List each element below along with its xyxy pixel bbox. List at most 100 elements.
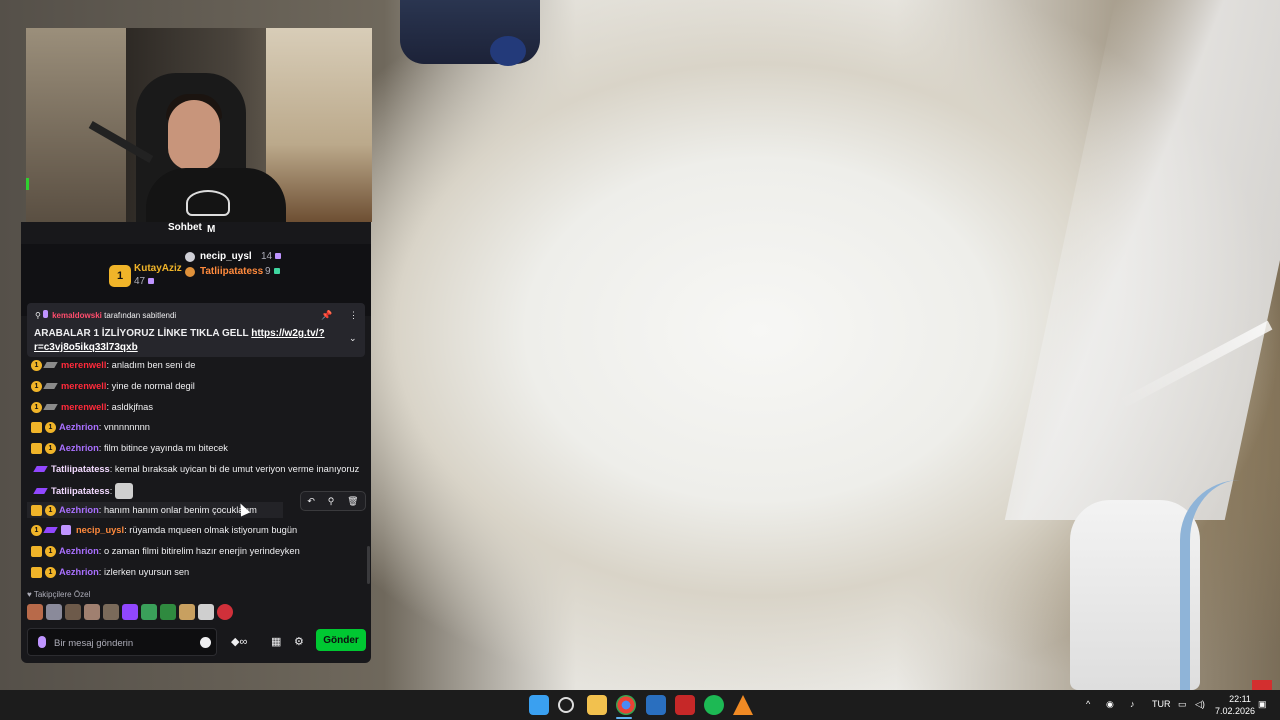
send-button[interactable]: Gönder xyxy=(316,629,366,651)
chat-message[interactable]: 1 merenwell : yine de normal degil xyxy=(31,378,195,394)
chat-username[interactable]: necip_uysl xyxy=(76,525,124,535)
windows-start-icon[interactable] xyxy=(529,695,549,715)
badge-icon: 1 xyxy=(45,566,56,578)
crown-badge-icon xyxy=(31,504,42,516)
clock-time[interactable]: 22:11 xyxy=(1220,694,1260,704)
more-options-icon[interactable]: ⋮ xyxy=(349,310,358,321)
mic-tray-icon[interactable]: ♪ xyxy=(1130,699,1135,709)
chat-panel: Sohbet M 1 KutayAziz 47 necip_uysl 14 Ta… xyxy=(21,222,371,663)
pinned-by-user[interactable]: kemaldowski xyxy=(52,311,102,320)
store-icon[interactable]: ▦ xyxy=(271,635,281,648)
chat-text: : hanım hanım onlar benim çocuklarım xyxy=(98,505,257,515)
leaderboard-second-name[interactable]: necip_uysl xyxy=(200,251,252,262)
leaderboard-first-name[interactable]: KutayAziz xyxy=(134,263,182,274)
file-explorer-icon[interactable] xyxy=(587,695,607,715)
emote-icon[interactable] xyxy=(179,604,195,620)
chat-message[interactable]: 1 Aezhrion : o zaman filmi bitirelim haz… xyxy=(31,543,300,559)
followers-only-label: ♥ Takipçilere Özel xyxy=(27,590,90,599)
app-icon[interactable] xyxy=(675,695,695,715)
trash-icon[interactable]: 🗑 xyxy=(347,496,358,507)
chat-username[interactable]: merenwell xyxy=(61,360,106,370)
gear-icon[interactable]: ⚙ xyxy=(294,635,304,648)
chat-username[interactable]: Aezhrion xyxy=(59,443,99,453)
badge-icon xyxy=(43,404,58,410)
chat-username[interactable]: Aezhrion xyxy=(59,546,99,556)
language-indicator[interactable]: TUR xyxy=(1152,699,1171,709)
pin-toggle-icon[interactable]: 📌 xyxy=(321,310,332,321)
mic-badge-icon xyxy=(43,310,49,318)
chat-message[interactable]: 1 necip_uysl : rüyamda mqueen olmak isti… xyxy=(31,522,297,538)
screen: Sohbet M 1 KutayAziz 47 necip_uysl 14 Ta… xyxy=(0,0,1280,720)
chrome-icon[interactable] xyxy=(616,695,636,715)
network-icon[interactable]: ▭ xyxy=(1178,699,1187,710)
webcam-person xyxy=(186,190,230,216)
gift-icon xyxy=(275,253,282,260)
emote-icon[interactable] xyxy=(217,604,233,620)
pin-icon[interactable]: ⚲ xyxy=(328,496,335,507)
vlc-icon[interactable] xyxy=(733,695,753,715)
chat-text: : o zaman filmi bitirelim hazır enerjin … xyxy=(98,546,300,556)
chat-message[interactable]: 1 Aezhrion : izlerken uyursun sen xyxy=(31,564,189,580)
emote-icon[interactable] xyxy=(65,604,81,620)
chat-message[interactable]: 1 merenwell : asldkjfnas xyxy=(31,399,153,415)
rank-badge-bronze xyxy=(185,267,195,277)
bits-icon[interactable]: ◆∞ xyxy=(231,635,247,648)
badge-icon xyxy=(33,488,48,494)
chat-title: Sohbet xyxy=(168,222,202,233)
chat-text: : film bitince yayında mı bitecek xyxy=(98,443,228,453)
pin-icon: ⚲ xyxy=(35,311,41,320)
chat-message[interactable]: 1 merenwell : anladım ben seni de xyxy=(31,357,195,373)
chat-username[interactable]: Aezhrion xyxy=(59,567,99,577)
chat-username[interactable]: Tatliipatatess xyxy=(51,464,110,474)
chat-username[interactable]: merenwell xyxy=(61,381,106,391)
cat-emote-icon[interactable] xyxy=(115,483,134,499)
chat-username[interactable]: Tatliipatatess xyxy=(51,486,110,496)
clock-date[interactable]: 7.02.2026 xyxy=(1210,706,1260,716)
webcam-background xyxy=(26,28,126,222)
chat-username[interactable]: Aezhrion xyxy=(59,505,99,515)
crown-badge-icon xyxy=(31,545,42,557)
pinned-message-text: ARABALAR 1 İZLİYORUZ LİNKE TIKLA GELL xyxy=(34,328,249,339)
chat-text: : yine de normal degil xyxy=(106,381,195,391)
leaderboard-third-name[interactable]: Tatliipatatess xyxy=(200,266,263,277)
chat-username[interactable]: merenwell xyxy=(61,402,106,412)
spotify-icon[interactable] xyxy=(704,695,724,715)
discord-icon[interactable]: ◉ xyxy=(1106,699,1114,710)
chat-input[interactable] xyxy=(54,635,194,651)
video-hose xyxy=(1180,480,1280,690)
emote-icon[interactable] xyxy=(160,604,176,620)
webcam-indicator xyxy=(26,178,29,190)
emote-icon[interactable] xyxy=(198,604,214,620)
emote-icon[interactable] xyxy=(46,604,62,620)
photos-icon[interactable] xyxy=(646,695,666,715)
reply-icon[interactable]: ↶ xyxy=(307,496,315,507)
badge-icon: 1 xyxy=(45,442,56,454)
pinned-header: ⚲ kemaldowski tarafından sabitlendi xyxy=(35,310,176,320)
mic-icon[interactable] xyxy=(38,636,46,648)
emote-icon[interactable] xyxy=(122,604,138,620)
chat-text: : vnnnnnnnn xyxy=(98,422,150,432)
chevron-down-icon[interactable]: ⌄ xyxy=(349,333,357,344)
notification-icon[interactable]: ▣ xyxy=(1258,699,1267,710)
emote-icon[interactable] xyxy=(141,604,157,620)
chat-text: : xyxy=(109,486,113,496)
emote-icon[interactable] xyxy=(84,604,100,620)
chat-username[interactable]: Aezhrion xyxy=(59,422,99,432)
chat-text: : rüyamda mqueen olmak istiyorum bugün xyxy=(124,525,298,535)
chat-message[interactable]: 1 Aezhrion : film bitince yayında mı bit… xyxy=(31,440,228,456)
chat-message[interactable]: Tatliipatatess : xyxy=(31,481,134,501)
emote-icon[interactable] xyxy=(27,604,43,620)
badge-icon: 1 xyxy=(45,545,56,557)
chat-message[interactable]: Tatliipatatess : kemal bıraksak uyican b… xyxy=(31,461,359,477)
chat-scrollbar[interactable] xyxy=(367,546,370,584)
chat-input-box xyxy=(27,628,217,656)
search-icon[interactable] xyxy=(558,697,574,713)
chevron-up-icon[interactable]: ^ xyxy=(1086,699,1090,709)
emote-icon[interactable] xyxy=(103,604,119,620)
badge-icon: 1 xyxy=(45,504,56,516)
emoji-icon[interactable] xyxy=(200,637,211,648)
heart-icon: ♥ xyxy=(27,590,32,599)
volume-icon[interactable]: ◁) xyxy=(1195,699,1205,710)
chat-message[interactable]: 1 Aezhrion : vnnnnnnnn xyxy=(31,419,150,435)
emote-bar xyxy=(27,604,233,620)
